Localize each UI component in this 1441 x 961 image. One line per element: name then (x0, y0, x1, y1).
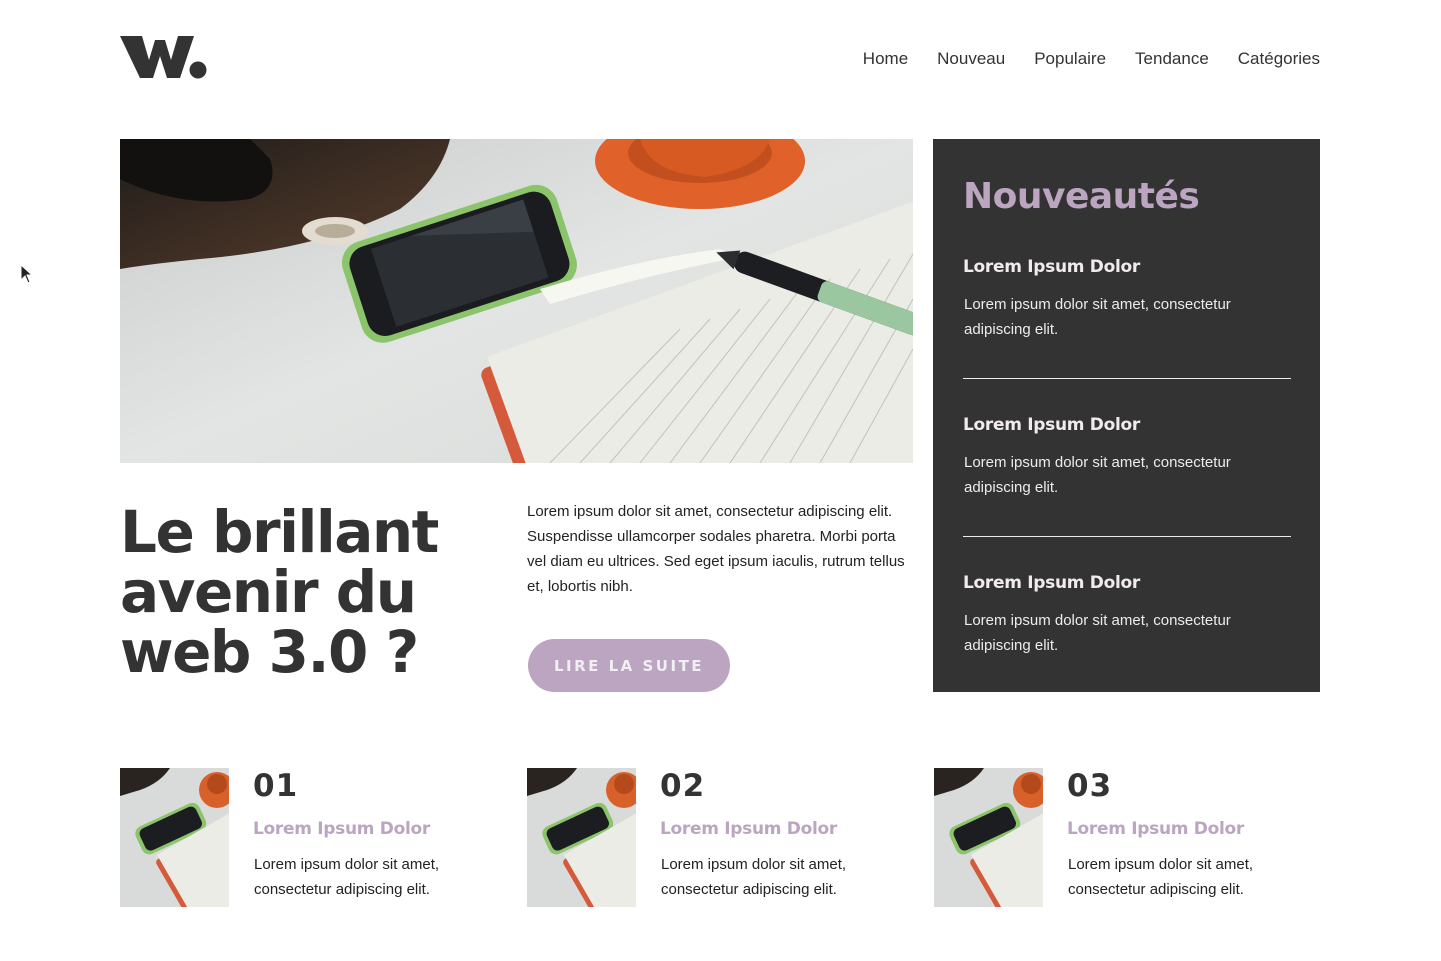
desk-photo-icon (120, 768, 229, 907)
hero-image[interactable] (120, 139, 913, 463)
sidebar-item-title[interactable]: Lorem Ipsum Dolor (963, 414, 1291, 436)
hero-intro-text: Lorem ipsum dolor sit amet, consectetur … (527, 503, 905, 595)
article-card[interactable]: 01 Lorem Ipsum Dolor Lorem ipsum dolor s… (120, 768, 506, 908)
desk-photo-icon (120, 139, 913, 463)
sidebar-news-item[interactable]: Lorem Ipsum Dolor Lorem ipsum dolor sit … (963, 572, 1291, 658)
sidebar-news-item[interactable]: Lorem Ipsum Dolor Lorem ipsum dolor sit … (963, 256, 1291, 342)
nav-categories[interactable]: Catégories (1238, 48, 1320, 70)
sidebar-divider (963, 536, 1291, 537)
card-text: Lorem ipsum dolor sit amet, consectetur … (1068, 856, 1254, 898)
nav-tendance[interactable]: Tendance (1135, 48, 1209, 70)
read-more-button[interactable]: LIRE LA SUITE (528, 639, 730, 692)
sidebar-item-title[interactable]: Lorem Ipsum Dolor (963, 256, 1291, 278)
card-number: 03 (1067, 768, 1113, 804)
sidebar-item-text: Lorem ipsum dolor sit amet, consectetur … (964, 612, 1231, 654)
card-title[interactable]: Lorem Ipsum Dolor (1067, 818, 1244, 840)
card-number: 02 (660, 768, 706, 804)
mouse-cursor-icon (20, 264, 34, 284)
page-title: Le brillant avenir du web 3.0 ? (120, 498, 439, 686)
main-nav: Home Nouveau Populaire Tendance Catégori… (834, 48, 1320, 70)
logo-mark (120, 36, 207, 79)
card-thumbnail[interactable] (120, 768, 229, 907)
card-thumbnail[interactable] (934, 768, 1043, 907)
sidebar-news-item[interactable]: Lorem Ipsum Dolor Lorem ipsum dolor sit … (963, 414, 1291, 500)
card-number: 01 (253, 768, 299, 804)
desk-photo-icon (934, 768, 1043, 907)
nav-home[interactable]: Home (863, 48, 908, 70)
news-sidebar: Nouveautés Lorem Ipsum Dolor Lorem ipsum… (933, 139, 1320, 692)
site-logo[interactable] (120, 30, 210, 82)
sidebar-title: Nouveautés (963, 176, 1200, 217)
card-text: Lorem ipsum dolor sit amet, consectetur … (661, 856, 847, 898)
card-title[interactable]: Lorem Ipsum Dolor (660, 818, 837, 840)
desk-photo-icon (527, 768, 636, 907)
sidebar-item-text: Lorem ipsum dolor sit amet, consectetur … (964, 454, 1231, 496)
card-title[interactable]: Lorem Ipsum Dolor (253, 818, 430, 840)
nav-nouveau[interactable]: Nouveau (937, 48, 1005, 70)
nav-populaire[interactable]: Populaire (1034, 48, 1106, 70)
article-card[interactable]: 03 Lorem Ipsum Dolor Lorem ipsum dolor s… (934, 768, 1320, 908)
sidebar-item-title[interactable]: Lorem Ipsum Dolor (963, 572, 1291, 594)
sidebar-item-text: Lorem ipsum dolor sit amet, consectetur … (964, 296, 1231, 338)
sidebar-divider (963, 378, 1291, 379)
card-thumbnail[interactable] (527, 768, 636, 907)
article-card[interactable]: 02 Lorem Ipsum Dolor Lorem ipsum dolor s… (527, 768, 913, 908)
card-text: Lorem ipsum dolor sit amet, consectetur … (254, 856, 440, 898)
